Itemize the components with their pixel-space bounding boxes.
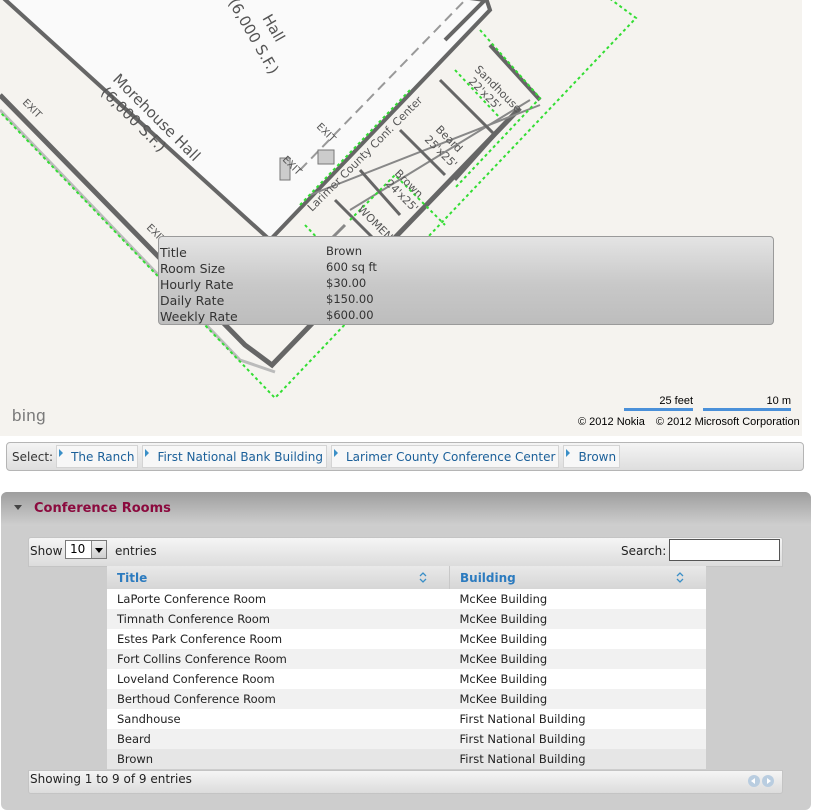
copyright-nokia: © 2012 Nokia [578,416,645,428]
cell-title: LaPorte Conference Room [107,589,450,609]
table-row[interactable]: Brown First National Building [107,749,706,769]
info-key: Weekly Rate [160,309,238,324]
triangle-right-icon [145,448,150,457]
conference-rooms-panel: Conference Rooms Show 10 entries Search:… [1,492,811,810]
entries-label: entries [115,544,157,558]
info-key: Daily Rate [160,293,225,308]
table-header-row: Title Building [107,566,706,589]
map-copyright: © 2012 Nokia © 2012 Microsoft Corporatio… [578,416,800,428]
table-row[interactable]: Beard First National Building [107,729,706,749]
column-header-building[interactable]: Building [449,566,706,589]
breadcrumb-item-first-national-bank[interactable]: First National Bank Building [142,445,327,468]
cell-building: First National Building [449,709,706,729]
room-info-popup: Title Brown Room Size 600 sq ft Hourly R… [158,236,774,325]
copyright-microsoft: © 2012 Microsoft Corporation [655,416,800,428]
breadcrumb-item-the-ranch[interactable]: The Ranch [56,445,139,468]
breadcrumb-select-label: Select: [12,449,54,464]
info-key: Room Size [160,261,226,276]
cell-title: Sandhouse [107,709,450,729]
info-value: Brown [326,244,363,258]
table-info-text: Showing 1 to 9 of 9 entries [30,772,192,786]
breadcrumb-item-label: Larimer County Conference Center [345,449,556,464]
info-key: Title [160,245,187,260]
chevron-down-icon[interactable] [91,541,106,558]
panel-title: Conference Rooms [34,501,171,516]
cell-title: Brown [107,749,450,769]
cell-title: Berthoud Conference Room [107,689,450,709]
triangle-right-icon [566,448,571,457]
floor-plan: Hall (6,000 S.F.) Morehouse Hall (6,000 … [0,0,638,400]
scale-bar-meters: 10 m [703,395,791,411]
scale-bar-feet: 25 feet [624,395,693,411]
cell-title: Fort Collins Conference Room [107,649,450,669]
cell-title: Timnath Conference Room [107,609,450,629]
entries-per-page-select[interactable]: 10 [65,540,107,559]
column-header-label: Building [460,570,516,585]
map-view[interactable]: Hall (6,000 S.F.) Morehouse Hall (6,000 … [0,0,802,436]
table-row[interactable]: Sandhouse First National Building [107,709,706,729]
cell-building: First National Building [449,729,706,749]
cell-building: First National Building [449,749,706,769]
search-input[interactable] [669,539,780,561]
breadcrumb-item-label: Brown [578,449,617,464]
entries-select-value: 10 [70,542,86,556]
table-row[interactable]: Loveland Conference Room McKee Building [107,669,706,689]
table-controls: Show 10 entries Search: [28,537,783,567]
breadcrumb-item-brown[interactable]: Brown [563,445,621,468]
table-row[interactable]: Estes Park Conference Room McKee Building [107,629,706,649]
triangle-right-icon [333,448,338,457]
cell-title: Beard [107,729,450,749]
next-page-icon[interactable] [762,775,774,787]
cell-building: McKee Building [449,589,706,609]
table-row[interactable]: Timnath Conference Room McKee Building [107,609,706,629]
cell-title: Estes Park Conference Room [107,629,450,649]
conference-rooms-table: Title Building LaPorte Conference Room Mc… [107,566,706,769]
breadcrumb-item-label: The Ranch [71,449,135,464]
info-value: 600 sq ft [326,260,377,274]
info-key: Hourly Rate [160,277,234,292]
sort-icon [676,572,684,583]
sort-icon [419,572,427,583]
column-header-label: Title [117,570,148,585]
info-value: $30.00 [326,276,367,290]
search-label: Search: [621,544,667,558]
bing-logo[interactable]: bing [12,406,46,426]
triangle-right-icon [59,448,64,457]
breadcrumb-item-larimer-county[interactable]: Larimer County Conference Center [330,445,560,468]
cell-building: McKee Building [449,609,706,629]
info-value: $150.00 [326,292,374,306]
previous-page-icon[interactable] [748,775,760,787]
table-row[interactable]: LaPorte Conference Room McKee Building [107,589,706,609]
cell-building: McKee Building [449,629,706,649]
collapse-triangle-icon[interactable] [14,505,22,510]
cell-building: McKee Building [449,689,706,709]
show-label: Show [30,544,63,558]
table-footer: Showing 1 to 9 of 9 entries [28,770,783,794]
pagination [748,775,774,787]
breadcrumb-item-label: First National Bank Building [157,449,323,464]
cell-building: McKee Building [449,669,706,689]
table-row[interactable]: Fort Collins Conference Room McKee Buildi… [107,649,706,669]
info-value: $600.00 [326,308,374,322]
table-row[interactable]: Berthoud Conference Room McKee Building [107,689,706,709]
cell-title: Loveland Conference Room [107,669,450,689]
cell-building: McKee Building [449,649,706,669]
column-header-title[interactable]: Title [107,566,450,589]
panel-header[interactable]: Conference Rooms [1,492,811,526]
breadcrumb: Select: The Ranch First National Bank Bu… [6,442,804,471]
